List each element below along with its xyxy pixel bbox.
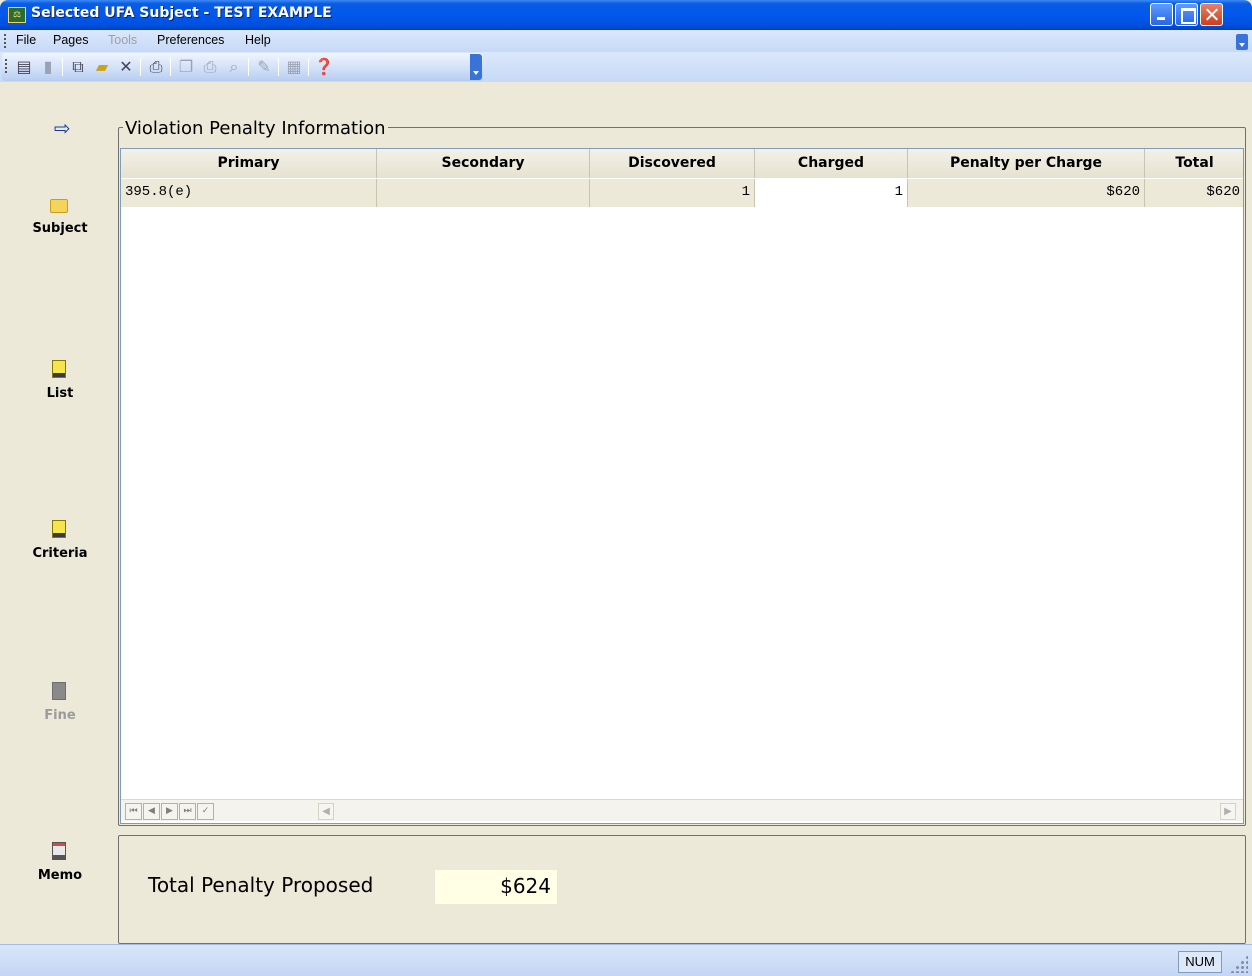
status-bar: NUM [0, 944, 1252, 976]
save-icon[interactable]: ▮ [38, 57, 58, 77]
column-header-total[interactable]: Total [1145, 149, 1243, 178]
note-icon [52, 520, 66, 538]
menu-bar: File Pages Tools Preferences Help [0, 30, 1252, 52]
search-icon[interactable]: ⌕ [224, 57, 244, 77]
close-button[interactable] [1200, 3, 1223, 26]
column-header-primary[interactable]: Primary [121, 149, 377, 178]
menu-overflow-icon[interactable] [1236, 34, 1248, 50]
scroll-right-icon[interactable]: ▶ [1220, 803, 1236, 820]
menu-preferences[interactable]: Preferences [157, 33, 224, 47]
folder-icon [50, 199, 68, 213]
cell-secondary[interactable] [377, 179, 590, 207]
total-penalty-value: $624 [435, 870, 557, 904]
total-penalty-label: Total Penalty Proposed [148, 873, 374, 897]
group-title: Violation Penalty Information [123, 118, 388, 139]
column-header-discovered[interactable]: Discovered [590, 149, 755, 178]
maximize-button[interactable] [1175, 3, 1198, 26]
sidebar-item-list[interactable]: List [0, 360, 120, 401]
print-icon[interactable]: ⎙ [146, 57, 166, 77]
toolbar-grip[interactable] [5, 59, 7, 73]
memo-icon [52, 842, 66, 860]
table-row[interactable]: 395.8(e) 1 1 $620 $620 [121, 179, 1243, 207]
column-header-secondary[interactable]: Secondary [377, 149, 590, 178]
sidebar-item-label: Memo [37, 868, 83, 883]
sidebar-item-label: Subject [32, 221, 88, 236]
sidebar-item-label: List [46, 386, 74, 401]
sidebar-item-memo[interactable]: Memo [0, 842, 120, 883]
resize-grip-icon[interactable] [1230, 955, 1248, 973]
first-record-icon[interactable]: ⏮ [125, 803, 142, 820]
cell-penalty-per-charge[interactable]: $620 [908, 179, 1145, 207]
window-title: Selected UFA Subject - TEST EXAMPLE [31, 5, 332, 21]
note-icon [52, 360, 66, 378]
calculator-icon[interactable]: ▦ [284, 57, 304, 77]
folder-open-icon[interactable]: ▰ [92, 57, 112, 77]
num-lock-indicator: NUM [1178, 951, 1222, 973]
menu-file[interactable]: File [16, 33, 36, 47]
print-preview-icon[interactable]: ⎙ [200, 57, 220, 77]
edit-icon[interactable]: ✎ [254, 57, 274, 77]
toolbar: ▤ ▮ ⧉ ▰ ✕ ⎙ ❐ ⎙ ⌕ ✎ ▦ ❓ [0, 52, 1252, 82]
column-header-penalty-per-charge[interactable]: Penalty per Charge [908, 149, 1145, 178]
delete-icon[interactable]: ✕ [116, 57, 136, 77]
toolstrip: ▤ ▮ ⧉ ▰ ✕ ⎙ ❐ ⎙ ⌕ ✎ ▦ ❓ [2, 53, 483, 81]
cell-primary[interactable]: 395.8(e) [121, 179, 377, 207]
sidebar-item-label: Fine [44, 708, 76, 723]
sidebar: ⇨ Subject List Criteria Fine Memo [0, 116, 115, 944]
cell-charged-input[interactable]: 1 [755, 179, 908, 207]
menu-help[interactable]: Help [245, 33, 271, 47]
new-icon[interactable]: ▤ [14, 57, 34, 77]
open-icon[interactable]: ⧉ [68, 57, 88, 77]
app-scale-icon: ⚖ [8, 7, 26, 23]
sidebar-item-fine[interactable]: Fine [0, 682, 120, 723]
cell-discovered[interactable]: 1 [590, 179, 755, 207]
title-bar[interactable]: ⚖ Selected UFA Subject - TEST EXAMPLE [0, 0, 1252, 30]
fine-icon [52, 682, 66, 700]
column-header-charged[interactable]: Charged [755, 149, 908, 178]
copy-icon[interactable]: ❐ [176, 57, 196, 77]
last-record-icon[interactable]: ⏭ [179, 803, 196, 820]
menu-grip[interactable] [4, 34, 6, 48]
grid-header: Primary Secondary Discovered Charged Pen… [121, 149, 1243, 178]
prev-record-icon[interactable]: ◀ [143, 803, 160, 820]
menu-pages[interactable]: Pages [53, 33, 88, 47]
sidebar-item-subject[interactable]: Subject [0, 198, 120, 236]
help-icon[interactable]: ❓ [314, 57, 334, 77]
scroll-left-icon[interactable]: ◀ [318, 803, 334, 820]
record-navigator: ⏮ ◀ ▶ ⏭ ✓ ◀ ▶ [121, 799, 1243, 821]
minimize-button[interactable] [1150, 3, 1173, 26]
sidebar-item-criteria[interactable]: Criteria [0, 520, 120, 561]
toolbar-overflow-icon[interactable] [470, 54, 482, 80]
sidebar-item-label: Criteria [32, 546, 88, 561]
menu-tools[interactable]: Tools [108, 33, 137, 47]
cell-total[interactable]: $620 [1145, 179, 1243, 207]
next-record-icon[interactable]: ▶ [161, 803, 178, 820]
post-record-icon[interactable]: ✓ [197, 803, 214, 820]
penalty-grid[interactable]: Primary Secondary Discovered Charged Pen… [120, 148, 1244, 824]
collapse-arrow-icon[interactable]: ⇨ [54, 116, 71, 140]
